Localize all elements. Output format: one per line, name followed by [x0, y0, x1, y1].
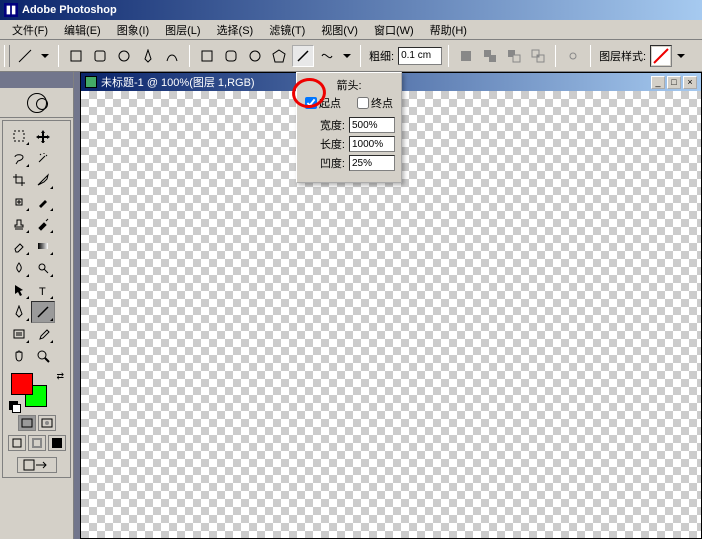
foreground-swatch[interactable]: [11, 373, 33, 395]
shape-square-icon[interactable]: [196, 45, 218, 67]
minimize-button[interactable]: _: [651, 76, 665, 89]
menu-help[interactable]: 帮助(H): [422, 20, 475, 40]
end-label: 终点: [371, 95, 393, 111]
swap-colors-icon[interactable]: ⇄: [56, 371, 64, 382]
tool-eraser[interactable]: [7, 235, 31, 257]
mode-intersect-icon[interactable]: [527, 45, 549, 67]
start-checkbox-group[interactable]: 起点: [305, 95, 341, 111]
tool-line[interactable]: [31, 301, 55, 323]
app-title: Adobe Photoshop: [22, 4, 698, 16]
tool-eyedropper[interactable]: [31, 323, 55, 345]
shape-roundrect-icon[interactable]: [89, 45, 111, 67]
layer-style-label: 图层样式:: [599, 48, 646, 64]
arrowhead-flyout: 箭头: 起点 终点 宽度: 长度: 凹度:: [296, 72, 402, 183]
default-colors-icon[interactable]: [9, 401, 19, 411]
shape-polygon-icon[interactable]: [268, 45, 290, 67]
tool-dodge[interactable]: [31, 257, 55, 279]
end-checkbox[interactable]: [357, 97, 369, 109]
menu-file[interactable]: 文件(F): [4, 20, 56, 40]
link-icon[interactable]: [562, 45, 584, 67]
tool-stamp[interactable]: [7, 213, 31, 235]
close-button[interactable]: ×: [683, 76, 697, 89]
tool-slice[interactable]: [31, 169, 55, 191]
left-column: T ⇄: [0, 72, 74, 539]
start-checkbox[interactable]: [305, 97, 317, 109]
tool-history[interactable]: [31, 213, 55, 235]
preset-dropdown[interactable]: [38, 45, 52, 67]
tool-type[interactable]: T: [31, 279, 55, 301]
concave-input[interactable]: [349, 155, 395, 171]
screen-full[interactable]: [48, 435, 66, 451]
menu-layer[interactable]: 图层(L): [157, 20, 208, 40]
concave-label: 凹度:: [320, 155, 345, 171]
end-checkbox-group[interactable]: 终点: [357, 95, 393, 111]
length-input[interactable]: [349, 136, 395, 152]
options-grip[interactable]: [4, 45, 10, 67]
menu-select[interactable]: 选择(S): [209, 20, 262, 40]
shape-custom-icon[interactable]: [316, 45, 338, 67]
menu-bar: 文件(F) 编辑(E) 图象(I) 图层(L) 选择(S) 滤镜(T) 视图(V…: [0, 20, 702, 40]
app-icon: [4, 3, 18, 17]
tool-hand[interactable]: [7, 345, 31, 367]
geometry-dropdown[interactable]: [340, 45, 354, 67]
toolbox: T ⇄: [2, 120, 71, 478]
document-icon: [85, 76, 97, 88]
options-bar: 粗细: 图层样式:: [0, 40, 702, 72]
start-label: 起点: [319, 95, 341, 111]
tool-brush[interactable]: [31, 191, 55, 213]
tool-preset-picker[interactable]: [14, 45, 36, 67]
shape-ellipse-icon[interactable]: [113, 45, 135, 67]
shape-roundsquare-icon[interactable]: [220, 45, 242, 67]
title-bar: Adobe Photoshop: [0, 0, 702, 20]
weight-label: 粗细:: [369, 48, 394, 64]
tool-pen[interactable]: [7, 301, 31, 323]
style-dropdown[interactable]: [674, 45, 688, 67]
tool-blur[interactable]: [7, 257, 31, 279]
shape-line-icon[interactable]: [292, 45, 314, 67]
menu-filter[interactable]: 滤镜(T): [261, 20, 313, 40]
width-input[interactable]: [349, 117, 395, 133]
menu-edit[interactable]: 编辑(E): [56, 20, 109, 40]
length-label: 长度:: [320, 136, 345, 152]
tool-crop[interactable]: [7, 169, 31, 191]
mode-add-icon[interactable]: [479, 45, 501, 67]
screen-fullmenu[interactable]: [28, 435, 46, 451]
tool-lasso[interactable]: [7, 147, 31, 169]
edit-standard-mode[interactable]: [18, 415, 36, 431]
shape-circle-icon[interactable]: [244, 45, 266, 67]
width-label: 宽度:: [320, 117, 345, 133]
tool-healing[interactable]: [7, 191, 31, 213]
tool-move[interactable]: [31, 125, 55, 147]
tool-zoom[interactable]: [31, 345, 55, 367]
screen-standard[interactable]: [8, 435, 26, 451]
weight-input[interactable]: [398, 47, 442, 65]
svg-text:T: T: [39, 286, 46, 297]
style-swatch[interactable]: [650, 45, 672, 67]
brush-preview[interactable]: [0, 88, 73, 118]
edit-quickmask-mode[interactable]: [38, 415, 56, 431]
tool-wand[interactable]: [31, 147, 55, 169]
maximize-button[interactable]: □: [667, 76, 681, 89]
color-swatches[interactable]: ⇄: [7, 371, 66, 411]
menu-image[interactable]: 图象(I): [109, 20, 157, 40]
jump-to-imageready[interactable]: [17, 457, 57, 473]
menu-window[interactable]: 窗口(W): [366, 20, 422, 40]
tool-gradient[interactable]: [31, 235, 55, 257]
tool-notes[interactable]: [7, 323, 31, 345]
tool-marquee[interactable]: [7, 125, 31, 147]
mode-new-icon[interactable]: [455, 45, 477, 67]
mode-subtract-icon[interactable]: [503, 45, 525, 67]
flyout-caption: 箭头:: [303, 77, 395, 93]
tool-path-select[interactable]: [7, 279, 31, 301]
shape-freeform-icon[interactable]: [161, 45, 183, 67]
menu-view[interactable]: 视图(V): [313, 20, 366, 40]
palette-well[interactable]: [0, 72, 73, 88]
shape-rect-icon[interactable]: [65, 45, 87, 67]
shape-pen-icon[interactable]: [137, 45, 159, 67]
